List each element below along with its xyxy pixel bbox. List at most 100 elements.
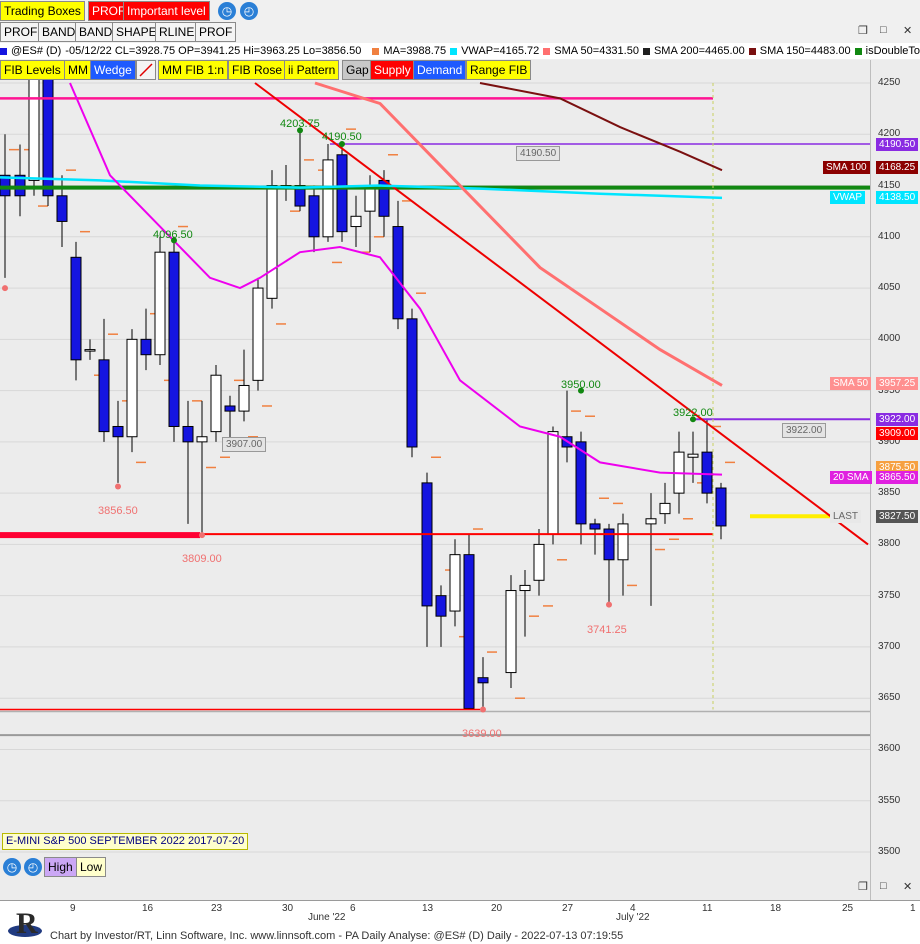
axis-tick-label: 3800 bbox=[878, 538, 901, 550]
line-tag-20-sma: 20 SMA bbox=[830, 471, 872, 485]
maximize-icon[interactable]: □ bbox=[880, 880, 887, 892]
close-icon[interactable]: ✕ bbox=[903, 24, 912, 37]
bear-candle bbox=[392, 226, 404, 320]
axis-tick-label: 4150 bbox=[878, 179, 901, 191]
bull-candle bbox=[547, 431, 559, 535]
toolbar-button-prof[interactable]: PROF bbox=[195, 22, 237, 42]
bull-candle bbox=[350, 215, 362, 228]
svg-text:R: R bbox=[16, 907, 38, 940]
bear-candle bbox=[70, 256, 82, 361]
pivot-dot bbox=[606, 601, 612, 608]
axis-tick-label: 3650 bbox=[878, 692, 901, 704]
bear-candle bbox=[435, 595, 447, 617]
price-tag: 3827.50 bbox=[876, 510, 919, 524]
bull-candle bbox=[687, 453, 699, 458]
toolbar-button-band[interactable]: BAND bbox=[38, 22, 80, 42]
trendline-tool-icon[interactable] bbox=[136, 60, 156, 80]
draw-tool-mm-fib-1-n[interactable]: MM FIB 1:n bbox=[158, 60, 229, 80]
bull-candle bbox=[196, 436, 208, 443]
bull-candle bbox=[210, 374, 222, 433]
draw-tool-wedge[interactable]: Wedge bbox=[90, 60, 136, 80]
date-axis-label: 6 bbox=[350, 903, 356, 914]
line-tag-vwap: VWAP bbox=[830, 191, 866, 205]
important-level-button[interactable]: Important level bbox=[123, 1, 210, 21]
draw-tool-mm[interactable]: MM bbox=[64, 60, 92, 80]
downtrend-line bbox=[254, 82, 869, 546]
bull-candle bbox=[84, 349, 96, 352]
draw-tool-fib-levels[interactable]: FIB Levels bbox=[0, 60, 65, 80]
toolbar-button-band[interactable]: BAND bbox=[75, 22, 117, 42]
pivot-dot bbox=[115, 483, 121, 490]
price-annotation: 3809.00 bbox=[182, 553, 222, 565]
date-axis-label: 9 bbox=[70, 903, 76, 914]
bull-candle bbox=[659, 502, 671, 515]
clock-icon[interactable]: ◴ bbox=[240, 2, 258, 20]
draw-tool-demand[interactable]: Demand bbox=[413, 60, 467, 80]
axis-tick-label: 3700 bbox=[878, 640, 901, 652]
toolbar-button-rline[interactable]: RLINE bbox=[155, 22, 199, 42]
draw-tool-gap[interactable]: Gap bbox=[342, 60, 373, 80]
clock-icon[interactable]: ◷ bbox=[218, 2, 236, 20]
restore-icon[interactable]: ❐ bbox=[858, 24, 868, 37]
bear-candle bbox=[182, 425, 194, 443]
price-tag: 3922.00 bbox=[876, 413, 919, 427]
legend-swatch bbox=[642, 47, 650, 55]
bear-candle bbox=[701, 451, 713, 494]
bull-candle bbox=[28, 61, 40, 181]
line-value-label: 4190.50 bbox=[516, 146, 561, 161]
chart-area[interactable] bbox=[0, 41, 870, 900]
legend-swatch bbox=[372, 47, 380, 55]
footer: R Chart by Investor/RT, Linn Software, I… bbox=[0, 900, 920, 944]
toolbar-button-shape[interactable]: SHAPE bbox=[112, 22, 161, 42]
draw-tool-range-fib[interactable]: Range FIB bbox=[466, 60, 532, 80]
clock-icon[interactable]: ◴ bbox=[24, 858, 42, 876]
date-axis-label: 25 bbox=[842, 903, 854, 914]
legend-item: MA=3988.75 bbox=[372, 45, 446, 57]
bull-candle bbox=[505, 590, 517, 674]
sma-20-line bbox=[69, 82, 723, 476]
high-button[interactable]: High bbox=[44, 857, 77, 877]
legend-swatch bbox=[748, 47, 756, 55]
legend-swatch bbox=[450, 47, 458, 55]
trading-boxes-button[interactable]: Trading Boxes bbox=[0, 1, 85, 21]
draw-tool-ii-pattern[interactable]: ii Pattern bbox=[284, 60, 340, 80]
pivot-dot bbox=[480, 706, 486, 713]
axis-tick-label: 3850 bbox=[878, 487, 901, 499]
bear-candle bbox=[98, 359, 110, 433]
bull-candle bbox=[449, 554, 461, 612]
axis-tick-label: 3500 bbox=[878, 846, 901, 857]
date-axis-label: 23 bbox=[211, 903, 223, 914]
price-annotation: 3856.50 bbox=[98, 505, 138, 517]
close-icon[interactable]: ✕ bbox=[903, 880, 912, 893]
clock-icon[interactable]: ◷ bbox=[3, 858, 21, 876]
draw-tool-supply[interactable]: Supply bbox=[370, 60, 415, 80]
date-axis-label: 16 bbox=[142, 903, 154, 914]
bear-candle bbox=[168, 251, 180, 427]
bull-candle bbox=[519, 584, 531, 592]
bear-candle bbox=[140, 338, 152, 356]
price-chart[interactable] bbox=[0, 41, 870, 900]
toolbar-button-prof[interactable]: PROF bbox=[0, 22, 42, 42]
price-annotation: 4096.50 bbox=[153, 229, 193, 241]
bull-candle bbox=[252, 287, 264, 381]
date-axis-label: 1 bbox=[910, 903, 916, 914]
price-tag: 3957.25 bbox=[876, 377, 919, 391]
axis-tick-label: 4250 bbox=[878, 77, 901, 88]
restore-icon[interactable]: ❐ bbox=[858, 880, 868, 893]
maximize-icon[interactable]: □ bbox=[880, 24, 887, 36]
axis-tick-label: 3750 bbox=[878, 589, 901, 601]
date-axis-label: 30 bbox=[282, 903, 294, 914]
axis-tick-label: 3550 bbox=[878, 794, 901, 806]
footer-text: Chart by Investor/RT, Linn Software, Inc… bbox=[50, 930, 624, 942]
line-tag-sma-50: SMA 50 bbox=[830, 377, 872, 391]
legend-symbol: @ES# (D) -05/12/22 CL=3928.75 OP=3941.25 … bbox=[0, 45, 365, 57]
date-axis-label: June '22 bbox=[308, 912, 346, 923]
bear-candle bbox=[336, 154, 348, 233]
low-button[interactable]: Low bbox=[76, 857, 107, 877]
bull-candle bbox=[154, 251, 166, 356]
draw-tool-fib-rose[interactable]: FIB Rose bbox=[228, 60, 287, 80]
price-tag: 4138.50 bbox=[876, 191, 919, 205]
bull-candle bbox=[238, 384, 250, 412]
price-tag: 3865.50 bbox=[876, 471, 919, 485]
line-value-label: 3907.00 bbox=[222, 437, 267, 452]
